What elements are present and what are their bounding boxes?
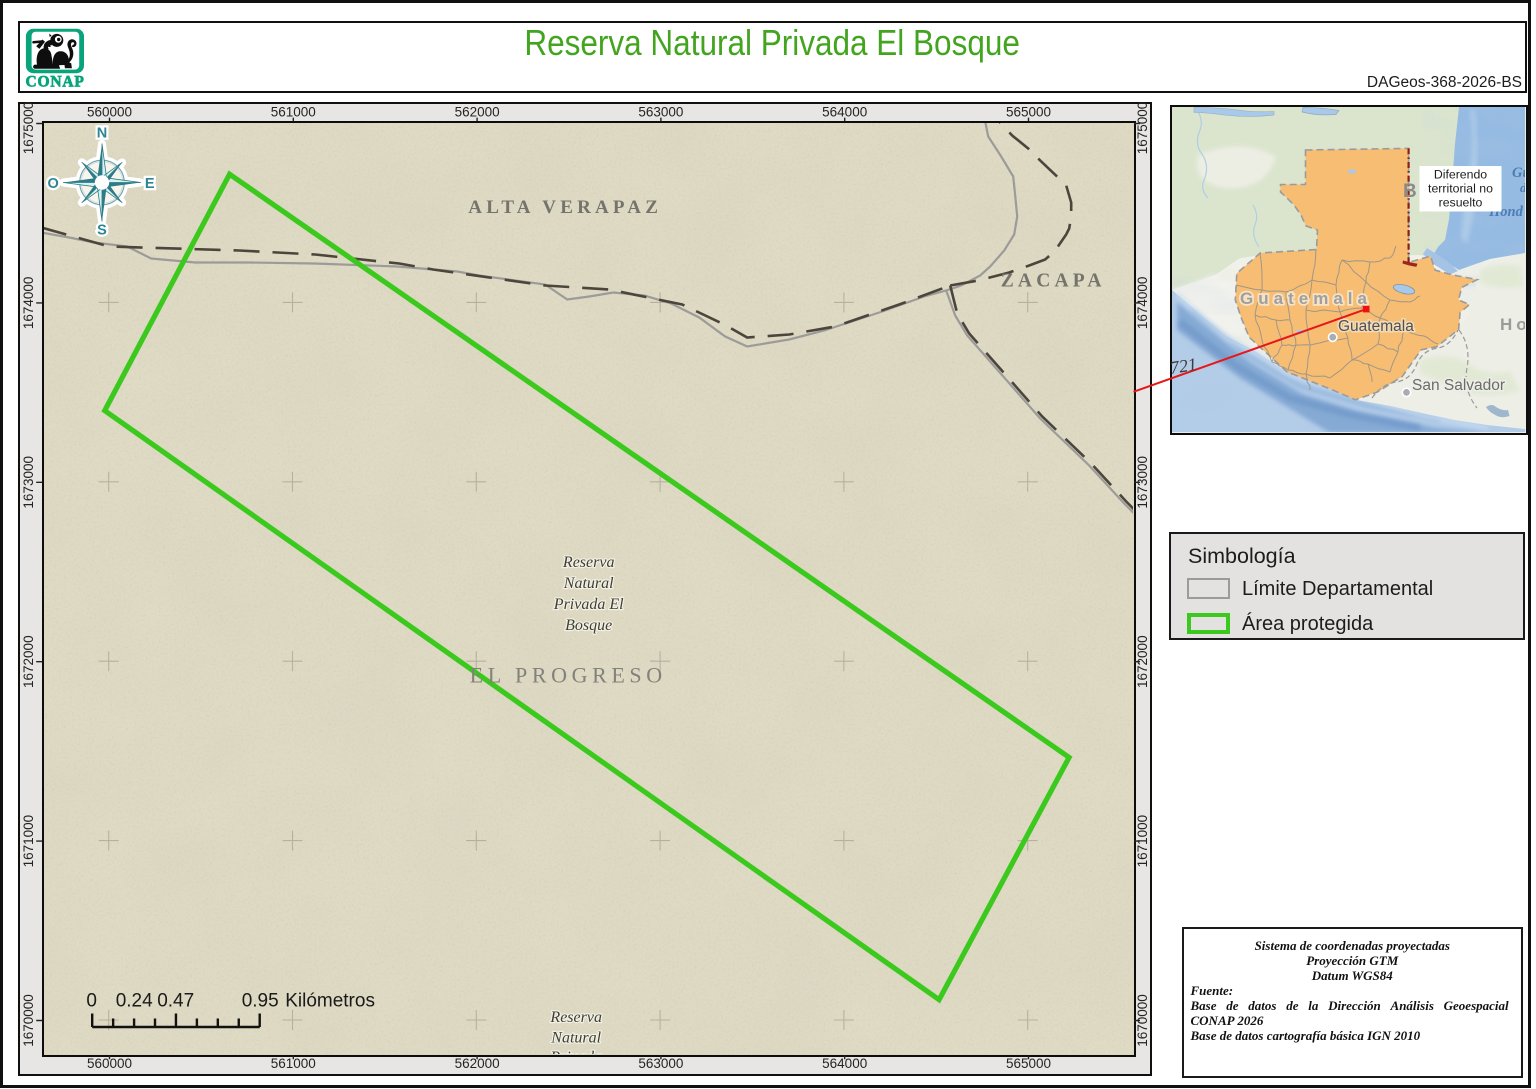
svg-text:Kilómetros: Kilómetros	[285, 991, 375, 1012]
svg-text:Guatemala: Guatemala	[1240, 289, 1372, 308]
svg-text:EL PROGRESO: EL PROGRESO	[470, 663, 667, 688]
svg-text:Gu: Gu	[1512, 165, 1525, 181]
svg-text:0.95: 0.95	[242, 991, 279, 1012]
svg-text:San Salvador: San Salvador	[1412, 377, 1505, 394]
svg-text:Natural: Natural	[563, 575, 614, 592]
svg-text:Natural: Natural	[550, 1030, 601, 1047]
svg-text:Reserva: Reserva	[549, 1009, 602, 1026]
svg-text:Reserva: Reserva	[562, 554, 615, 571]
svg-text:B: B	[1403, 181, 1417, 202]
svg-text:S: S	[97, 223, 107, 239]
svg-text:0.24: 0.24	[116, 991, 153, 1012]
svg-text:d: d	[1520, 180, 1525, 195]
svg-text:Privada: Privada	[549, 1049, 602, 1054]
svg-text:Guatemala: Guatemala	[1338, 318, 1414, 335]
svg-text:resuelto: resuelto	[1438, 195, 1482, 209]
svg-text:Diferendo: Diferendo	[1433, 167, 1486, 181]
svg-text:0.47: 0.47	[157, 991, 194, 1012]
svg-text:E: E	[145, 176, 155, 192]
svg-text:Ho: Ho	[1500, 315, 1525, 334]
svg-text:ZACAPA: ZACAPA	[1001, 271, 1106, 292]
svg-text:Bosque: Bosque	[565, 617, 612, 634]
svg-text:Privada El: Privada El	[553, 596, 624, 613]
svg-text:O: O	[48, 176, 59, 192]
svg-text:CONAP: CONAP	[26, 74, 85, 91]
svg-text:N: N	[97, 126, 107, 142]
svg-text:territorial no: territorial no	[1428, 181, 1493, 195]
svg-text:0: 0	[86, 991, 97, 1012]
svg-text:ALTA VERAPAZ: ALTA VERAPAZ	[468, 197, 662, 218]
